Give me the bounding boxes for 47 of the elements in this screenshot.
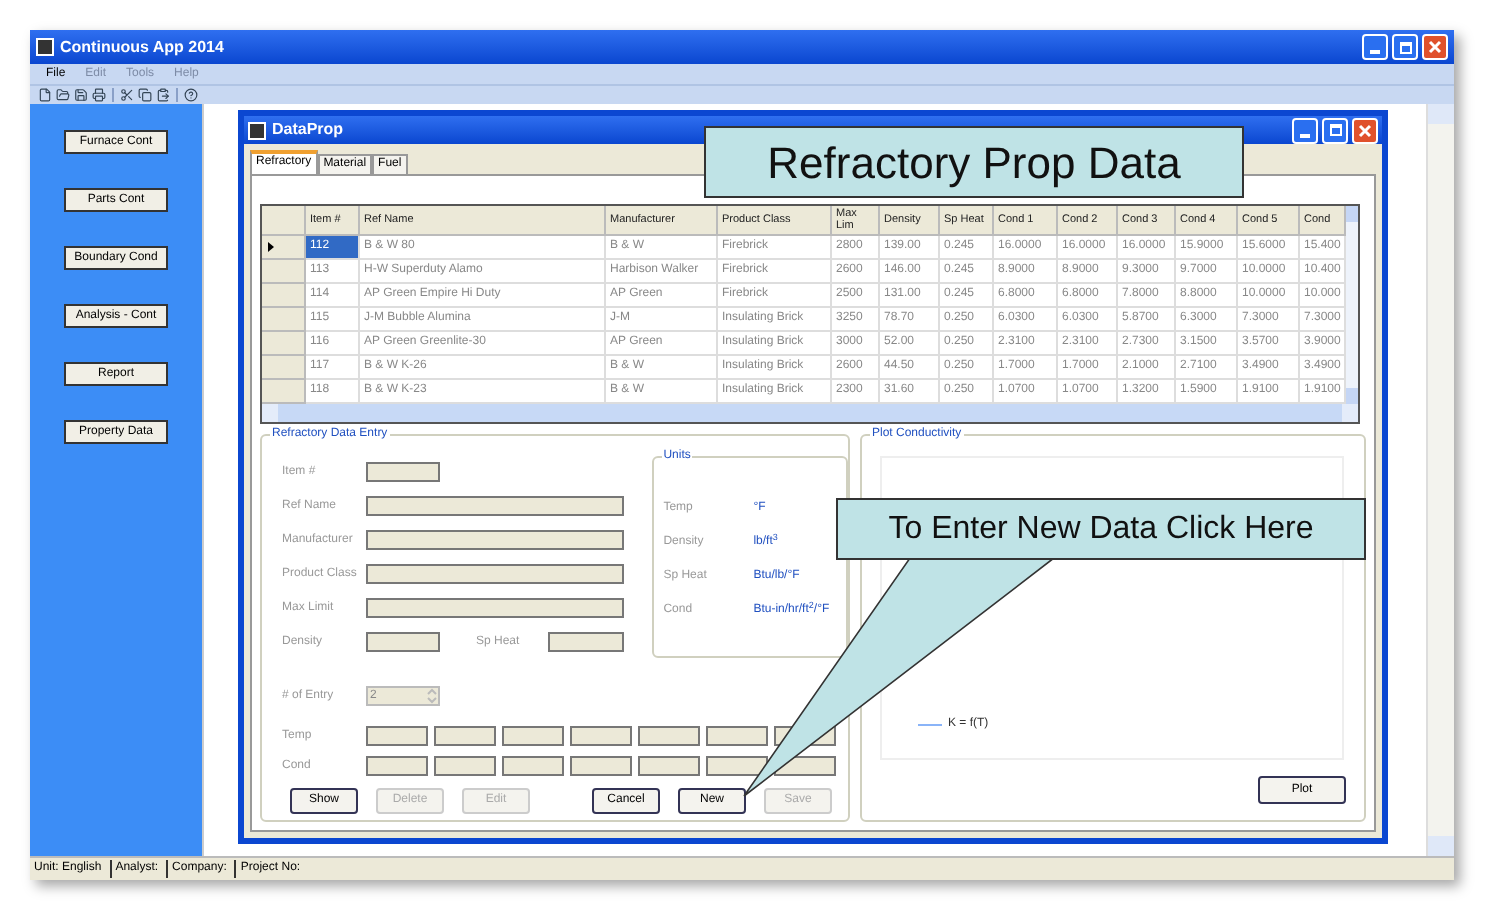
input-field[interactable]	[706, 756, 768, 776]
app-icon	[248, 121, 266, 139]
minimize-button[interactable]	[1362, 34, 1388, 60]
input-field[interactable]	[366, 564, 624, 584]
save-icon[interactable]	[74, 88, 88, 102]
row-header[interactable]	[262, 236, 306, 260]
input-field[interactable]	[570, 756, 632, 776]
callout: To Enter New Data Click Here	[836, 498, 1366, 560]
input-field[interactable]	[366, 496, 624, 516]
input-field[interactable]	[548, 632, 624, 652]
vertical-scrollbar[interactable]	[1346, 206, 1358, 404]
window-title: Continuous App 2014	[60, 35, 226, 59]
minimize-button[interactable]	[1292, 117, 1318, 143]
input-field[interactable]	[434, 756, 496, 776]
input-field[interactable]	[366, 756, 428, 776]
close-button[interactable]	[1352, 117, 1378, 143]
input-field[interactable]	[366, 632, 440, 652]
input-field[interactable]	[366, 598, 624, 618]
window-title: DataProp	[272, 118, 346, 142]
app-icon	[36, 38, 54, 56]
new-file-icon[interactable]	[38, 88, 52, 102]
callout: Refractory Prop Data	[704, 126, 1244, 198]
help-icon[interactable]	[184, 88, 198, 102]
current-row-icon	[268, 242, 274, 252]
vertical-scrollbar[interactable]	[1426, 104, 1454, 856]
input-field[interactable]	[366, 530, 624, 550]
copy-icon[interactable]	[138, 88, 152, 102]
input-field[interactable]	[638, 726, 700, 746]
input-field[interactable]	[502, 726, 564, 746]
input-field[interactable]	[366, 726, 428, 746]
close-icon	[1358, 123, 1372, 137]
restore-button[interactable]	[1392, 34, 1418, 60]
close-icon	[1428, 40, 1442, 54]
paste-icon[interactable]	[156, 88, 170, 102]
input-field[interactable]	[434, 726, 496, 746]
maximize-button[interactable]	[1322, 117, 1348, 143]
horizontal-scrollbar[interactable]	[262, 404, 1358, 422]
input-field[interactable]	[706, 726, 768, 746]
input-field[interactable]	[638, 756, 700, 776]
printer-icon[interactable]	[92, 88, 106, 102]
input-field[interactable]	[570, 726, 632, 746]
legend-line-icon	[918, 724, 942, 726]
input-field[interactable]	[502, 756, 564, 776]
folder-icon[interactable]	[56, 88, 70, 102]
cut-icon[interactable]	[120, 88, 134, 102]
input-field[interactable]	[366, 462, 440, 482]
close-button[interactable]	[1422, 34, 1448, 60]
